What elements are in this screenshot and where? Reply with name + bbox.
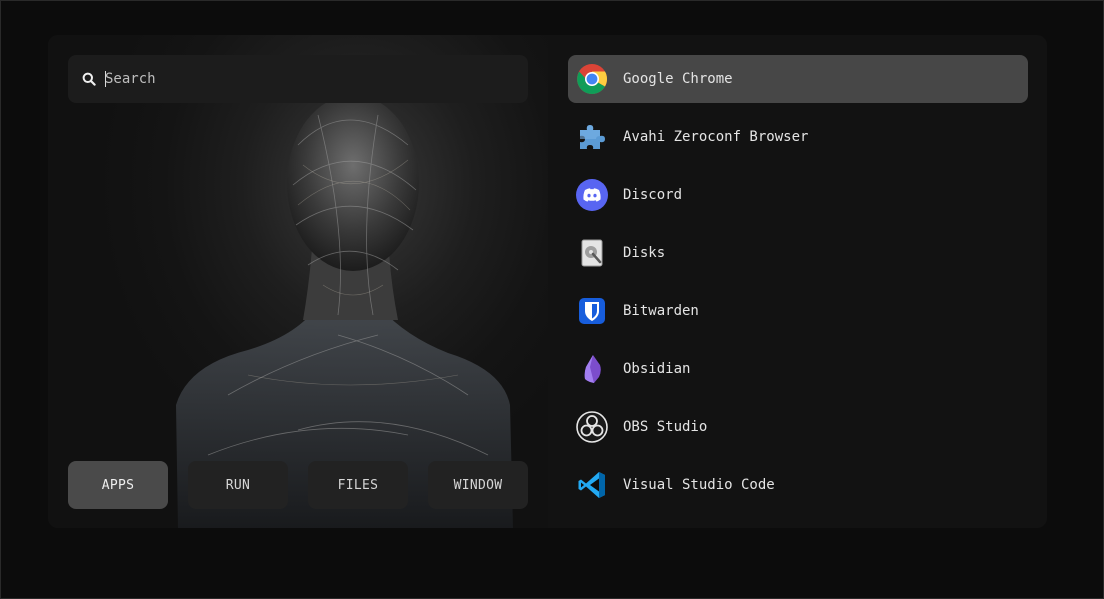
app-item-obsidian[interactable]: Obsidian	[568, 345, 1028, 393]
mode-run-button[interactable]: RUN	[188, 461, 288, 509]
chrome-icon	[576, 63, 608, 95]
obs-icon	[576, 411, 608, 443]
mode-apps-button[interactable]: APPS	[68, 461, 168, 509]
mode-window-button[interactable]: WINDOW	[428, 461, 528, 509]
background-artwork	[48, 35, 548, 528]
app-launcher: APPS RUN FILES WINDOW Google Chrome	[48, 35, 1047, 528]
app-item-label: Disks	[623, 245, 666, 261]
app-item-bitwarden[interactable]: Bitwarden	[568, 287, 1028, 335]
app-item-avahi-zeroconf-browser[interactable]: Avahi Zeroconf Browser	[568, 113, 1028, 161]
search-bar[interactable]	[68, 55, 528, 103]
mode-switcher: APPS RUN FILES WINDOW	[68, 461, 528, 509]
discord-icon	[576, 179, 608, 211]
app-item-label: OBS Studio	[623, 419, 708, 435]
app-item-obs-studio[interactable]: OBS Studio	[568, 403, 1028, 451]
search-icon	[82, 72, 96, 86]
app-item-discord[interactable]: Discord	[568, 171, 1028, 219]
obsidian-icon	[576, 353, 608, 385]
mode-files-button[interactable]: FILES	[308, 461, 408, 509]
search-input[interactable]	[105, 71, 485, 87]
puzzle-icon	[576, 121, 608, 153]
vscode-icon	[576, 469, 608, 501]
figure-artwork	[176, 95, 513, 528]
app-item-label: Visual Studio Code	[623, 477, 775, 493]
app-item-visual-studio-code[interactable]: Visual Studio Code	[568, 461, 1028, 509]
app-item-label: Discord	[623, 187, 683, 203]
disks-icon	[576, 237, 608, 269]
app-item-disks[interactable]: Disks	[568, 229, 1028, 277]
screen-frame: APPS RUN FILES WINDOW Google Chrome	[0, 0, 1104, 599]
app-list: Google Chrome Avahi Zeroconf Browser Dis…	[568, 55, 1028, 519]
app-item-label: Avahi Zeroconf Browser	[623, 129, 809, 145]
app-item-label: Obsidian	[623, 361, 691, 377]
app-item-google-chrome[interactable]: Google Chrome	[568, 55, 1028, 103]
app-item-label: Bitwarden	[623, 303, 699, 319]
bitwarden-icon	[576, 295, 608, 327]
app-item-label: Google Chrome	[623, 71, 733, 87]
